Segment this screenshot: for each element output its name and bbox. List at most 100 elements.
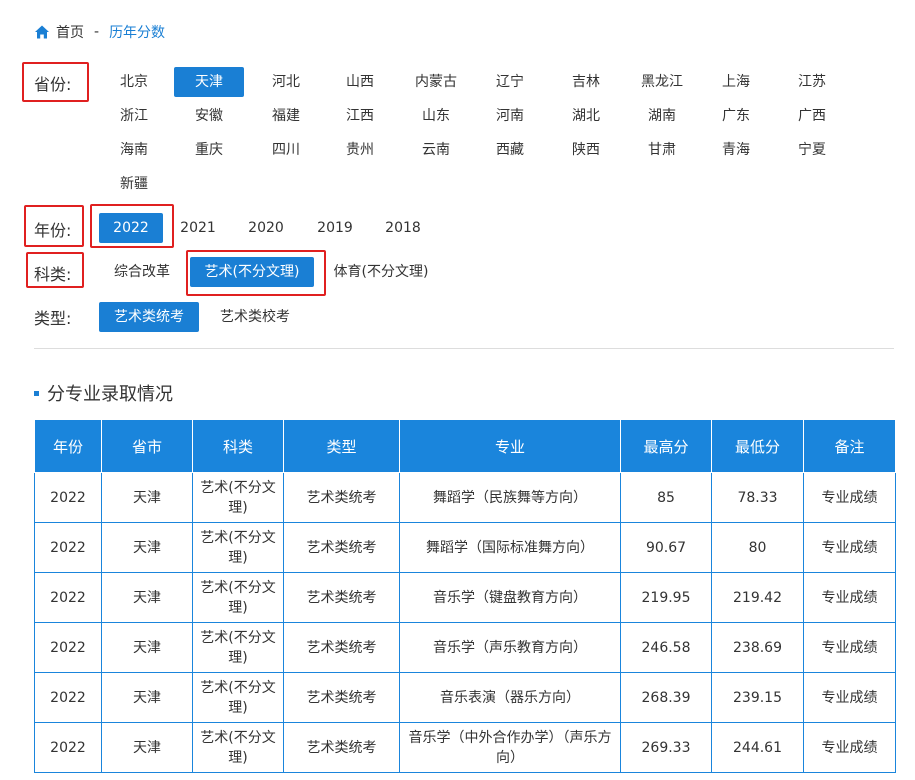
cell-category: 艺术(不分文理) — [192, 522, 284, 573]
cell-category: 艺术(不分文理) — [192, 672, 284, 723]
province-option[interactable]: 西藏 — [484, 135, 536, 165]
province-option[interactable]: 重庆 — [183, 135, 235, 165]
header-remark: 备注 — [803, 420, 896, 473]
section-bullet-icon — [34, 390, 39, 396]
province-option[interactable]: 陕西 — [560, 135, 612, 165]
table-row: 2022 天津 艺术(不分文理) 艺术类统考 音乐表演（器乐方向） 268.39… — [34, 672, 896, 723]
cell-major: 音乐学（中外合作办学）（声乐方向） — [399, 722, 621, 773]
table-row: 2022 天津 艺术(不分文理) 艺术类统考 舞蹈学（国际标准舞方向） 90.6… — [34, 522, 896, 573]
province-option[interactable]: 江苏 — [786, 67, 838, 97]
cell-max-score: 219.95 — [620, 572, 712, 623]
divider — [34, 348, 894, 349]
breadcrumb-separator: - — [94, 24, 100, 40]
cell-max-score: 268.39 — [620, 672, 712, 723]
cell-province: 天津 — [101, 672, 193, 723]
breadcrumb-home-link[interactable]: 首页 — [56, 22, 84, 42]
cell-category: 艺术(不分文理) — [192, 572, 284, 623]
cell-min-score: 219.42 — [711, 572, 804, 623]
cell-type: 艺术类统考 — [283, 522, 400, 573]
year-option[interactable]: 2018 — [379, 213, 427, 243]
cell-max-score: 90.67 — [620, 522, 712, 573]
header-max-score: 最高分 — [620, 420, 712, 473]
cell-major: 音乐学（声乐教育方向） — [399, 622, 621, 673]
score-table: 年份 省市 科类 类型 专业 最高分 最低分 备注 2022 天津 艺术(不分文… — [34, 420, 896, 773]
province-option[interactable]: 宁夏 — [786, 135, 838, 165]
header-province: 省市 — [101, 420, 193, 473]
province-option[interactable]: 四川 — [260, 135, 312, 165]
cell-year: 2022 — [34, 622, 102, 673]
province-option[interactable]: 上海 — [710, 67, 762, 97]
cell-major: 音乐学（键盘教育方向） — [399, 572, 621, 623]
breadcrumb-current: 历年分数 — [109, 25, 166, 41]
cell-remark: 专业成绩 — [803, 672, 896, 723]
cell-year: 2022 — [34, 522, 102, 573]
province-option[interactable]: 山东 — [410, 101, 462, 131]
home-icon[interactable] — [34, 24, 50, 40]
cell-remark: 专业成绩 — [803, 472, 896, 523]
category-label-highlight — [26, 252, 84, 288]
category-option[interactable]: 体育(不分文理) — [326, 257, 436, 287]
category-option[interactable]: 综合改革 — [104, 257, 180, 287]
province-option[interactable]: 山西 — [334, 67, 386, 97]
year-option[interactable]: 2019 — [311, 213, 359, 243]
province-option[interactable]: 吉林 — [560, 67, 612, 97]
cell-year: 2022 — [34, 572, 102, 623]
section-title: 分专业录取情况 — [34, 380, 173, 406]
cell-type: 艺术类统考 — [283, 472, 400, 523]
section-title-text: 分专业录取情况 — [47, 384, 173, 405]
province-option-selected[interactable]: 天津 — [174, 67, 244, 97]
type-option[interactable]: 艺术类校考 — [210, 302, 300, 332]
province-option[interactable]: 内蒙古 — [408, 67, 464, 97]
table-row: 2022 天津 艺术(不分文理) 艺术类统考 舞蹈学（民族舞等方向） 85 78… — [34, 472, 896, 523]
cell-min-score: 239.15 — [711, 672, 804, 723]
cell-year: 2022 — [34, 472, 102, 523]
type-option-selected[interactable]: 艺术类统考 — [99, 302, 199, 332]
cell-remark: 专业成绩 — [803, 722, 896, 773]
year-option[interactable]: 2020 — [242, 213, 290, 243]
cell-year: 2022 — [34, 672, 102, 723]
header-major: 专业 — [399, 420, 621, 473]
cell-province: 天津 — [101, 622, 193, 673]
province-option[interactable]: 黑龙江 — [634, 67, 690, 97]
province-option[interactable]: 新疆 — [108, 169, 160, 199]
year-option[interactable]: 2021 — [174, 213, 222, 243]
province-option[interactable]: 贵州 — [334, 135, 386, 165]
cell-type: 艺术类统考 — [283, 672, 400, 723]
province-option[interactable]: 湖北 — [560, 101, 612, 131]
province-option[interactable]: 湖南 — [636, 101, 688, 131]
province-option[interactable]: 浙江 — [108, 101, 160, 131]
province-option[interactable]: 河北 — [260, 67, 312, 97]
year-label-highlight — [24, 205, 84, 247]
category-selected-highlight — [186, 250, 326, 296]
header-year: 年份 — [34, 420, 102, 473]
cell-type: 艺术类统考 — [283, 572, 400, 623]
year-selected-highlight — [90, 204, 174, 248]
cell-category: 艺术(不分文理) — [192, 722, 284, 773]
cell-major: 舞蹈学（民族舞等方向） — [399, 472, 621, 523]
cell-province: 天津 — [101, 722, 193, 773]
province-option[interactable]: 安徽 — [183, 101, 235, 131]
cell-type: 艺术类统考 — [283, 722, 400, 773]
province-option[interactable]: 福建 — [260, 101, 312, 131]
province-option[interactable]: 广西 — [786, 101, 838, 131]
table-row: 2022 天津 艺术(不分文理) 艺术类统考 音乐学（声乐教育方向） 246.5… — [34, 622, 896, 673]
cell-max-score: 246.58 — [620, 622, 712, 673]
province-option[interactable]: 辽宁 — [484, 67, 536, 97]
province-option[interactable]: 江西 — [334, 101, 386, 131]
province-option[interactable]: 北京 — [108, 67, 160, 97]
cell-min-score: 238.69 — [711, 622, 804, 673]
province-option[interactable]: 广东 — [710, 101, 762, 131]
province-option[interactable]: 青海 — [710, 135, 762, 165]
cell-type: 艺术类统考 — [283, 622, 400, 673]
header-type: 类型 — [283, 420, 400, 473]
cell-major: 音乐表演（器乐方向） — [399, 672, 621, 723]
province-option[interactable]: 甘肃 — [636, 135, 688, 165]
province-option[interactable]: 海南 — [108, 135, 160, 165]
cell-major: 舞蹈学（国际标准舞方向） — [399, 522, 621, 573]
province-option[interactable]: 云南 — [410, 135, 462, 165]
breadcrumb: 首页 - 历年分数 — [34, 22, 165, 42]
cell-province: 天津 — [101, 572, 193, 623]
province-option[interactable]: 河南 — [484, 101, 536, 131]
cell-year: 2022 — [34, 722, 102, 773]
cell-province: 天津 — [101, 522, 193, 573]
